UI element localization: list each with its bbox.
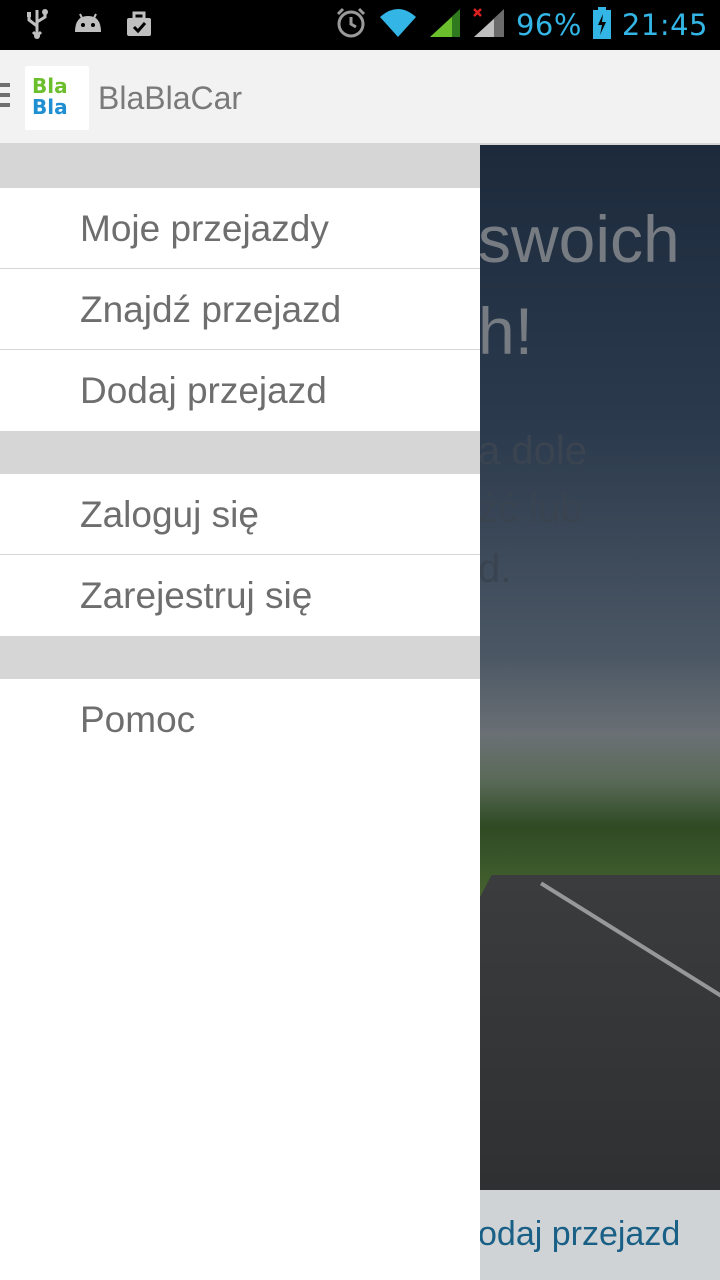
drawer-toggle-icon[interactable] [0,83,12,111]
menu-item-label: Pomoc [80,699,196,740]
signal-no-data-icon [472,7,506,43]
app-title[interactable]: BlaBlaCar [98,80,242,117]
alarm-icon [334,6,368,44]
drawer-section-divider [0,636,480,679]
menu-item-add-ride[interactable]: Dodaj przejazd [0,350,480,431]
menu-item-label: Zaloguj się [80,494,259,535]
menu-item-find-ride[interactable]: Znajdź przejazd [0,269,480,350]
battery-percent: 96% [515,8,582,42]
battery-charging-icon [592,6,612,44]
menu-item-label: Moje przejazdy [80,208,329,249]
drawer-section-divider [0,145,480,188]
signal-icon [428,7,462,43]
menu-item-help[interactable]: Pomoc [0,679,480,760]
menu-item-register[interactable]: Zarejestruj się [0,555,480,636]
drawer-section-divider [0,431,480,474]
briefcase-icon [124,9,154,43]
bg-text-line1: a dole [478,429,587,473]
menu-item-label: Zarejestruj się [80,575,313,616]
menu-item-login[interactable]: Zaloguj się [0,474,480,555]
bg-add-ride-button: odaj przejazd [478,1215,681,1253]
bg-heading-line1: swoich [478,202,680,276]
menu-item-my-rides[interactable]: Moje przejazdy [0,188,480,269]
bg-text-line2: źć lub [478,487,583,531]
app-logo[interactable]: Bla Bla [25,66,89,130]
logo-line1: Bla [32,74,68,98]
navigation-drawer: Moje przejazdy Znajdź przejazd Dodaj prz… [0,145,480,1280]
bg-heading-line2: h! [478,294,534,368]
usb-icon [22,8,52,44]
wifi-icon [378,7,418,43]
menu-item-label: Dodaj przejazd [80,370,327,411]
android-debug-icon [72,10,104,42]
menu-item-label: Znajdź przejazd [80,289,342,330]
status-bar: 96% 21:45 [0,0,720,50]
clock: 21:45 [621,8,708,42]
action-bar: Bla Bla BlaBlaCar [0,50,720,145]
bg-text-line3: d. [478,547,512,591]
logo-line2: Bla [32,95,68,119]
